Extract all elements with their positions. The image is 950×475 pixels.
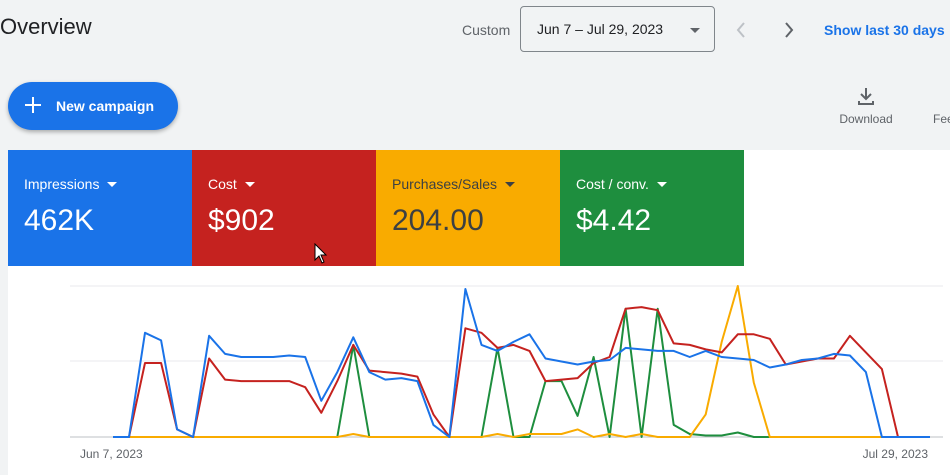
caret-down-icon bbox=[690, 28, 700, 33]
x-axis-start-label: Jun 7, 2023 bbox=[80, 447, 143, 461]
plus-icon bbox=[25, 97, 41, 113]
overview-chart-card: Impressions 462K Cost $902 Purchases/Sal… bbox=[8, 150, 950, 475]
chevron-right-icon bbox=[785, 22, 794, 38]
date-range-value: Jun 7 – Jul 29, 2023 bbox=[537, 21, 664, 37]
new-campaign-label: New campaign bbox=[56, 98, 155, 114]
date-range-type-label: Custom bbox=[462, 22, 511, 38]
download-button[interactable]: Download bbox=[836, 86, 896, 126]
download-label: Download bbox=[839, 112, 893, 126]
x-axis-end-label: Jul 29, 2023 bbox=[863, 447, 929, 461]
new-campaign-button[interactable]: New campaign bbox=[8, 82, 178, 130]
series-line-cost-conv-[interactable] bbox=[113, 307, 930, 438]
series-line-impressions[interactable] bbox=[113, 288, 930, 438]
chevron-left-icon bbox=[736, 22, 745, 38]
show-last-30-days-link[interactable]: Show last 30 days bbox=[824, 22, 945, 38]
date-range-select[interactable]: Jun 7 – Jul 29, 2023 bbox=[520, 6, 715, 52]
page-title: Overview bbox=[0, 14, 92, 39]
feedback-label: Fee bbox=[933, 112, 950, 126]
performance-line-chart[interactable]: Jun 7, 2023 Jul 29, 2023 bbox=[8, 150, 950, 475]
series-line-cost[interactable] bbox=[113, 306, 930, 438]
previous-period-button[interactable] bbox=[729, 16, 753, 44]
mouse-cursor-icon bbox=[314, 243, 328, 264]
next-period-button[interactable] bbox=[777, 16, 801, 44]
download-icon bbox=[858, 88, 874, 105]
